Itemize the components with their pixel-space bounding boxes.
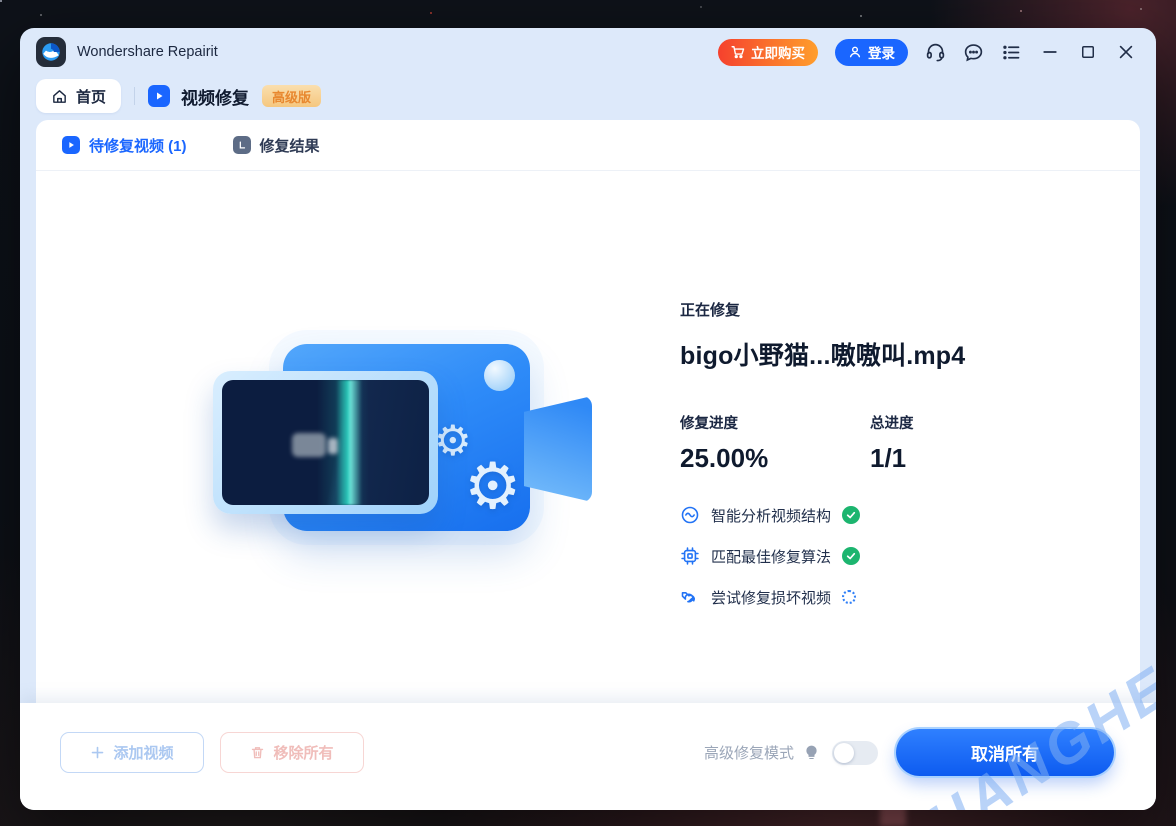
- repair-progress-label: 修复进度: [680, 412, 870, 433]
- user-icon: [848, 45, 862, 59]
- content-panel: 待修复视频 (1) 修复结果 ⚙ ⚙: [36, 120, 1140, 703]
- camera-light: [484, 360, 515, 391]
- check-icon: [842, 547, 860, 565]
- cancel-all-button[interactable]: 取消所有: [896, 729, 1114, 776]
- wrench-icon: [680, 587, 700, 607]
- repair-filename: bigo小野猫...嗷嗷叫.mp4: [680, 336, 1140, 372]
- close-button[interactable]: [1115, 42, 1136, 63]
- step-match-algorithm: 匹配最佳修复算法: [680, 545, 1140, 567]
- step-analyze: 智能分析视频结构: [680, 504, 1140, 526]
- app-window: Wondershare Repairit 立即购买 登录: [20, 28, 1156, 810]
- trash-icon: [250, 745, 265, 760]
- footer-bar: 添加视频 移除所有 高级修复模式: [20, 703, 1156, 810]
- repair-steps: 智能分析视频结构 匹配最佳修复算法: [680, 504, 1140, 608]
- illustration-area: ⚙ ⚙: [36, 172, 680, 703]
- lightbulb-icon: [803, 744, 820, 761]
- cart-icon: [731, 45, 745, 59]
- plus-icon: [90, 745, 105, 760]
- tab-results-label: 修复结果: [260, 135, 320, 156]
- minimize-button[interactable]: [1039, 42, 1060, 63]
- total-progress-label: 总进度: [870, 412, 914, 433]
- video-play-icon: [62, 136, 80, 154]
- camera-lens: [524, 396, 592, 502]
- spinner-icon: [842, 590, 856, 604]
- video-camera-illustration: ⚙ ⚙: [206, 332, 606, 612]
- buy-now-button[interactable]: 立即购买: [718, 39, 818, 66]
- remove-all-button[interactable]: 移除所有: [220, 732, 364, 773]
- maximize-button[interactable]: [1077, 42, 1098, 63]
- nav-home-button[interactable]: 首页: [36, 79, 121, 113]
- toggle-knob: [834, 743, 854, 763]
- login-button[interactable]: 登录: [835, 39, 908, 66]
- advanced-mode-label: 高级修复模式: [704, 742, 794, 763]
- nav-divider: [134, 87, 135, 105]
- app-title: Wondershare Repairit: [77, 44, 218, 60]
- file-icon: [233, 136, 251, 154]
- support-headset-icon[interactable]: [925, 42, 946, 63]
- check-icon: [842, 506, 860, 524]
- step-repair-video: 尝试修复损坏视频: [680, 586, 1140, 608]
- titlebar: Wondershare Repairit 立即购买 登录: [20, 28, 1156, 70]
- advanced-mode-toggle[interactable]: [832, 741, 878, 765]
- app-logo-icon: [36, 37, 66, 67]
- screen-artifact: [292, 433, 326, 457]
- repair-status-label: 正在修复: [680, 299, 1140, 320]
- chip-icon: [680, 546, 700, 566]
- camera-screen: [213, 371, 438, 514]
- total-progress-value: 1/1: [870, 443, 914, 474]
- tab-pending-label: 待修复视频 (1): [89, 135, 187, 156]
- tab-bar: 待修复视频 (1) 修复结果: [36, 120, 1140, 171]
- breadcrumb: 首页 视频修复 高级版: [20, 70, 1156, 113]
- repair-progress-value: 25.00%: [680, 443, 870, 474]
- desktop-stars: [0, 0, 2, 2]
- analyze-icon: [680, 505, 700, 525]
- add-video-button[interactable]: 添加视频: [60, 732, 204, 773]
- tab-repair-results[interactable]: 修复结果: [233, 135, 320, 156]
- gear-icon: ⚙: [464, 454, 521, 518]
- scan-line: [336, 380, 362, 505]
- feedback-chat-icon[interactable]: [963, 42, 984, 63]
- home-icon: [51, 88, 68, 105]
- progress-section: 修复进度 25.00% 总进度 1/1: [680, 412, 1140, 474]
- repair-info-panel: 正在修复 bigo小野猫...嗷嗷叫.mp4 修复进度 25.00% 总进度 1…: [680, 172, 1140, 703]
- module-title: 视频修复: [181, 84, 249, 109]
- nav-home-label: 首页: [76, 86, 106, 107]
- video-repair-icon: [148, 85, 170, 107]
- tab-pending-videos[interactable]: 待修复视频 (1): [62, 135, 187, 156]
- premium-badge: 高级版: [262, 85, 321, 107]
- task-list-icon[interactable]: [1001, 42, 1022, 63]
